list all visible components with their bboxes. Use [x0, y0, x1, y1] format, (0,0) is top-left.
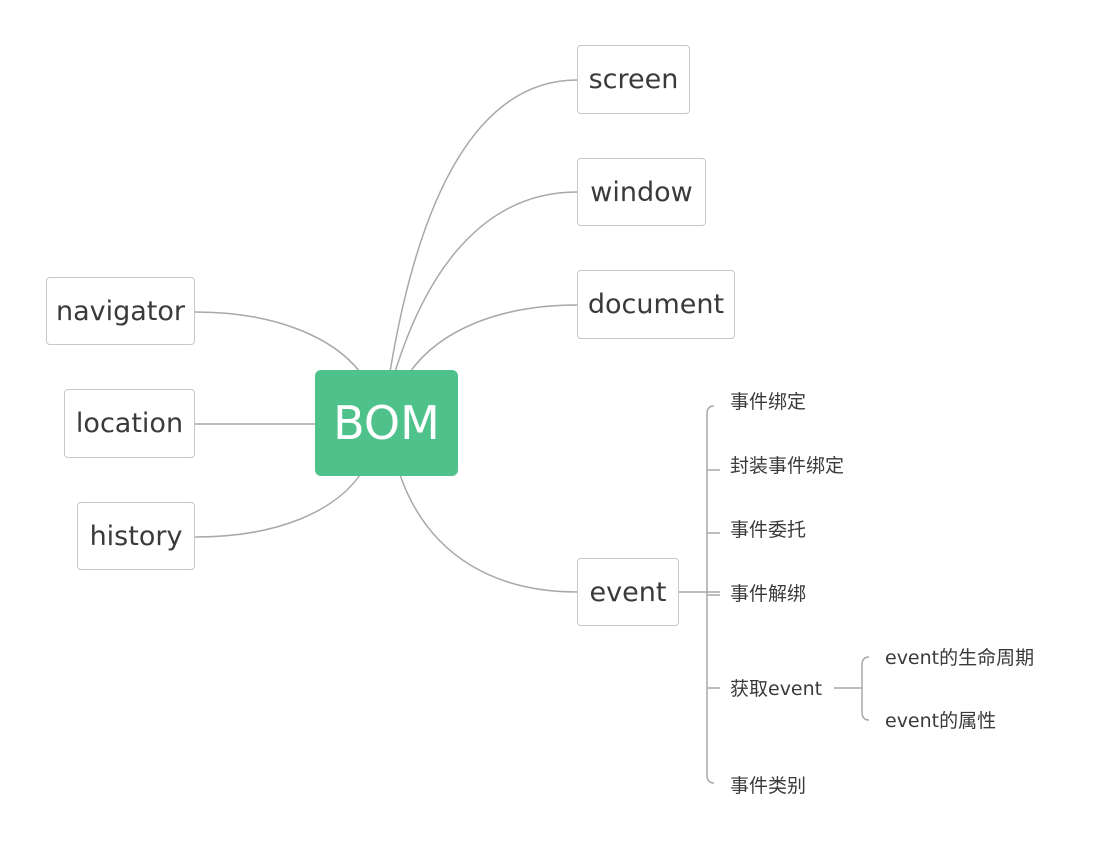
- leaf-event-unbind[interactable]: 事件解绑: [730, 582, 806, 606]
- node-label: event: [589, 576, 667, 608]
- node-screen[interactable]: screen: [577, 45, 690, 114]
- node-document[interactable]: document: [577, 270, 735, 339]
- node-label: screen: [588, 64, 679, 95]
- node-history[interactable]: history: [77, 502, 195, 570]
- node-label: navigator: [55, 295, 186, 327]
- link-bom-document: [409, 304, 578, 373]
- leaf-get-event[interactable]: 获取event: [730, 677, 822, 701]
- leaf-event-wrap-bind[interactable]: 封装事件绑定: [730, 454, 844, 478]
- node-label: window: [590, 176, 693, 208]
- link-bom-history: [194, 474, 361, 538]
- leaf-event-delegate[interactable]: 事件委托: [730, 518, 806, 542]
- leaf-event-types[interactable]: 事件类别: [730, 774, 806, 798]
- node-location[interactable]: location: [64, 389, 195, 458]
- leaf-event-bind[interactable]: 事件绑定: [730, 390, 806, 414]
- link-bom-event: [399, 474, 578, 593]
- leaf-event-properties[interactable]: event的属性: [885, 709, 996, 733]
- node-event[interactable]: event: [577, 558, 679, 626]
- leaf-event-lifecycle[interactable]: event的生命周期: [885, 646, 1034, 670]
- node-label: history: [89, 520, 183, 552]
- root-node-bom[interactable]: BOM: [315, 370, 458, 476]
- root-label: BOM: [333, 396, 440, 450]
- node-label: document: [587, 289, 725, 320]
- node-navigator[interactable]: navigator: [46, 277, 195, 345]
- node-window[interactable]: window: [577, 158, 706, 226]
- link-bom-navigator: [194, 311, 361, 373]
- getevent-bracket-vertical: [861, 656, 870, 721]
- node-label: location: [75, 408, 184, 439]
- link-bom-window: [394, 191, 578, 373]
- link-bom-screen: [389, 79, 578, 373]
